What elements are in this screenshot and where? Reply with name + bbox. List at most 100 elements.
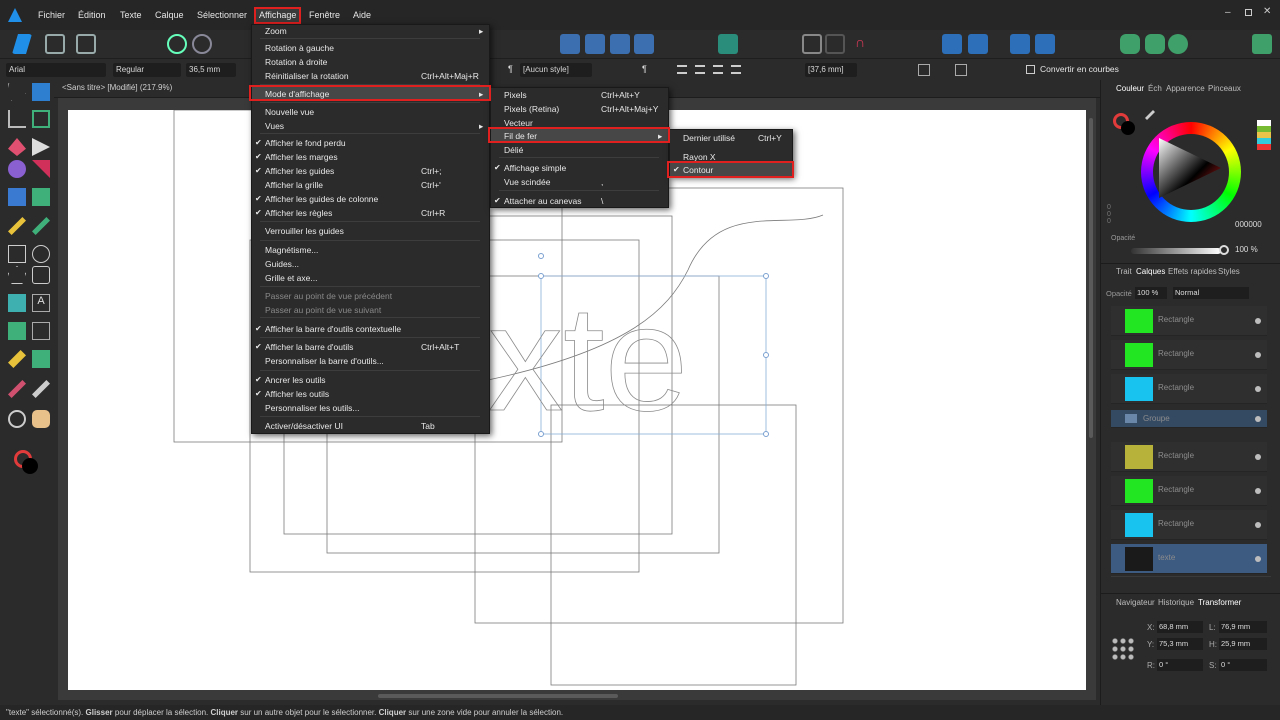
menu-item[interactable]: Magnétisme... [252, 243, 489, 257]
blend-mode-select[interactable]: Normal [1173, 287, 1249, 299]
shear-field[interactable]: 0 ° [1219, 659, 1267, 671]
menu-item[interactable]: Guides... [252, 257, 489, 271]
convert-to-curves-button[interactable]: Convertir en courbes [1040, 64, 1119, 74]
layer-row[interactable]: Rectangle [1111, 374, 1267, 404]
tab-echantillons[interactable]: Éch [1148, 84, 1162, 93]
move-tool-icon[interactable] [8, 83, 26, 101]
menu-item[interactable]: Zoom ▸ [252, 24, 489, 38]
paragraph-style-select[interactable]: [Aucun style] [520, 63, 592, 77]
tab-trait[interactable]: Trait [1116, 267, 1132, 276]
menu-item[interactable]: Rotation à gauche [252, 41, 489, 55]
menu-item[interactable]: ✔ Ancrer les outils [252, 373, 489, 387]
layer-row[interactable]: Rectangle [1111, 476, 1267, 506]
menu-item[interactable]: Afficher la grille Ctrl+' [252, 178, 489, 192]
align-right-icon[interactable] [713, 65, 723, 74]
restore-button[interactable] [1245, 9, 1252, 16]
menu-item[interactable]: Vues ▸ [252, 119, 489, 133]
arrange-backward-icon[interactable] [1010, 34, 1030, 54]
layer-visibility-icon[interactable] [1255, 386, 1261, 392]
polygon-tool-icon[interactable] [8, 266, 26, 284]
ellipse-tool-icon[interactable] [32, 245, 50, 263]
menu-item[interactable]: Pixels (Retina) Ctrl+Alt+Maj+Y [491, 102, 668, 116]
font-family-select[interactable]: Arial [6, 63, 106, 77]
snap-toggle-icon[interactable] [825, 34, 845, 54]
gradient-tool-icon[interactable] [32, 380, 50, 398]
layer-row[interactable]: Rectangle [1111, 510, 1267, 540]
menu-item[interactable]: Réinitialiser la rotation Ctrl+Alt+Maj+R [252, 69, 489, 83]
menu-selectionner[interactable]: Sélectionner [194, 7, 250, 24]
boolean-subtract-icon[interactable] [1145, 34, 1165, 54]
rotation-field[interactable]: 0 ° [1157, 659, 1203, 671]
rotate-left-icon[interactable] [610, 34, 630, 54]
menu-texte[interactable]: Texte [117, 7, 145, 24]
tab-transformer[interactable]: Transformer [1198, 598, 1241, 607]
menu-item[interactable]: Pixels Ctrl+Alt+Y [491, 88, 668, 102]
selection-handle[interactable] [763, 273, 769, 279]
app-logo-icon[interactable] [8, 8, 22, 22]
menu-item[interactable]: ✔ Afficher la barre d'outils contextuelle [252, 322, 489, 336]
color-wheel[interactable] [1141, 122, 1241, 222]
rotation-handle[interactable] [538, 253, 544, 259]
layer-row[interactable]: Rectangle [1111, 340, 1267, 370]
snapping-bounds-icon[interactable] [955, 64, 967, 76]
layer-visibility-icon[interactable] [1255, 522, 1261, 528]
settings-alt-icon[interactable] [192, 34, 212, 54]
menu-item[interactable]: Vecteur [491, 116, 668, 130]
menu-item[interactable]: Nouvelle vue [252, 105, 489, 119]
menu-item[interactable]: Personnaliser la barre d'outils... [252, 354, 489, 368]
character-panel-icon[interactable]: ¶ [642, 64, 647, 74]
menu-item[interactable]: Fil de fer ▸ [491, 129, 668, 143]
hand-tool-icon[interactable] [32, 410, 50, 428]
tab-effets-rapides[interactable]: Effets rapides [1168, 267, 1217, 276]
menu-item[interactable]: Verrouiller les guides [252, 224, 489, 238]
table-tool-icon[interactable] [8, 322, 26, 340]
rotate-right-icon[interactable] [634, 34, 654, 54]
y-field[interactable]: 75,3 mm [1157, 638, 1203, 650]
align-left-icon[interactable] [677, 65, 687, 74]
menu-item[interactable]: ✔ Afficher les guides de colonne [252, 192, 489, 206]
menu-item[interactable]: Personnaliser les outils... [252, 401, 489, 415]
paragraph-icon[interactable]: ¶ [508, 64, 513, 74]
tab-navigateur[interactable]: Navigateur [1116, 598, 1155, 607]
crop-tool-icon[interactable] [8, 110, 26, 128]
stroke-swatch[interactable] [1121, 121, 1135, 135]
align-icon[interactable] [718, 34, 738, 54]
convert-to-curves-icon[interactable] [1026, 65, 1035, 74]
fill-stroke-swatch[interactable] [14, 450, 40, 476]
transparency-tool-icon[interactable] [32, 160, 50, 178]
layer-visibility-icon[interactable] [1255, 416, 1261, 422]
menu-item[interactable]: ✔ Afficher les règles Ctrl+R [252, 206, 489, 220]
layer-visibility-icon[interactable] [1255, 352, 1261, 358]
zoom-tool-icon[interactable] [8, 410, 26, 428]
menu-item[interactable]: ✔ Attacher au canevas \ [491, 194, 668, 208]
snap-crop-icon[interactable] [802, 34, 822, 54]
selection-handle[interactable] [763, 352, 769, 358]
font-style-select[interactable]: Regular [113, 63, 181, 77]
layer-opacity-field[interactable]: 100 % [1135, 287, 1167, 299]
align-center-icon[interactable] [695, 65, 705, 74]
frame-tool-icon[interactable] [32, 110, 50, 128]
menu-item[interactable]: ✔ Afficher le fond perdu [252, 136, 489, 150]
layer-visibility-icon[interactable] [1255, 318, 1261, 324]
color-picker-tool-icon[interactable] [8, 188, 26, 206]
palette-swatches[interactable] [1257, 120, 1271, 150]
menu-edition[interactable]: Édition [75, 7, 109, 24]
eyedropper-icon[interactable] [1145, 110, 1155, 120]
document-tab[interactable]: <Sans titre> [Modifié] (217.9%) [62, 83, 172, 92]
selection-handle[interactable] [763, 431, 769, 437]
x-field[interactable]: 68,8 mm [1157, 621, 1203, 633]
studio-toggle-icon[interactable] [1252, 34, 1272, 54]
vertical-scrollbar[interactable] [1089, 118, 1093, 438]
menu-item[interactable]: Mode d'affichage ▸ [252, 87, 489, 101]
menu-item[interactable]: Rayon X [670, 150, 792, 164]
arrange-back-icon[interactable] [1035, 34, 1055, 54]
opacity-slider[interactable] [1131, 248, 1221, 254]
font-size-field[interactable]: 36,5 mm [186, 63, 236, 77]
eyedropper-tool-icon[interactable] [8, 380, 26, 398]
layer-row[interactable]: Rectangle [1111, 306, 1267, 336]
menu-item[interactable]: ✔ Afficher les outils [252, 387, 489, 401]
justify-icon[interactable] [731, 65, 741, 74]
table-grid-tool-icon[interactable] [32, 350, 50, 368]
layer-row[interactable]: Rectangle [1111, 442, 1267, 472]
close-window-button[interactable]: ✕ [1263, 6, 1271, 17]
